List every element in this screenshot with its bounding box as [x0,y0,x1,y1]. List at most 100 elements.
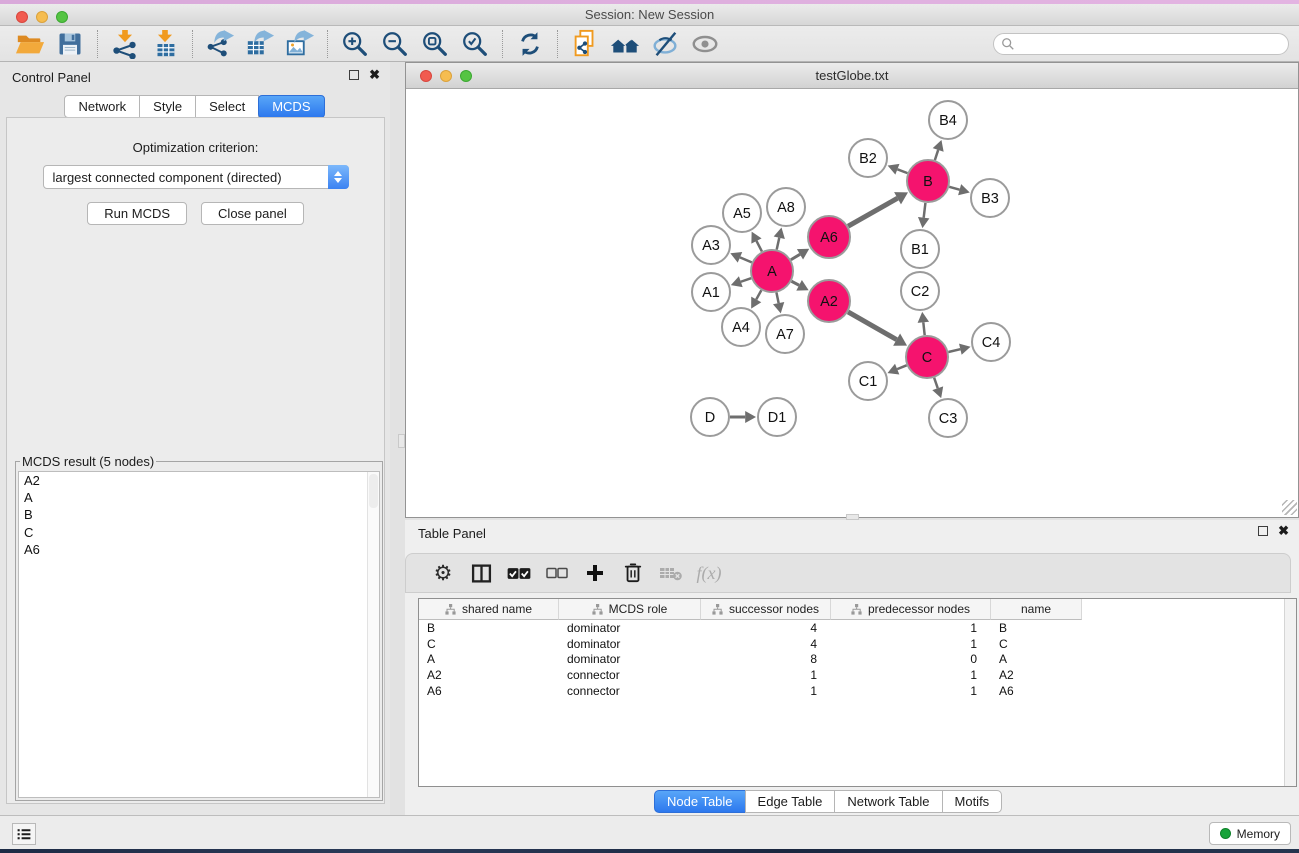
home-icon[interactable] [605,28,645,60]
graph-node-a5[interactable]: A5 [723,194,761,232]
open-session-icon[interactable] [10,28,50,60]
delete-table-icon[interactable] [652,557,690,589]
tab-network[interactable]: Network [64,95,140,118]
tab-network-table[interactable]: Network Table [834,790,942,813]
column-header-name[interactable]: name [991,599,1082,620]
svg-text:B: B [923,174,933,190]
function-builder-icon[interactable]: f(x) [690,557,728,589]
graph-node-c2[interactable]: C2 [901,272,939,310]
tab-style[interactable]: Style [139,95,196,118]
table-cell: connector [559,668,701,682]
edge-arrowhead-icon [918,217,929,228]
graph-node-b1[interactable]: B1 [901,230,939,268]
graph-node-b4[interactable]: B4 [929,101,967,139]
split-columns-icon[interactable] [462,557,500,589]
result-list-item[interactable]: A6 [19,541,379,558]
run-mcds-button[interactable]: Run MCDS [87,202,187,225]
graph-node-c[interactable]: C [906,336,948,378]
column-header-successor-nodes[interactable]: successor nodes [701,599,831,620]
import-network-icon[interactable] [105,28,145,60]
deselect-checkboxes-icon[interactable] [538,557,576,589]
table-scrollbar[interactable] [1284,599,1296,786]
close-table-panel-icon[interactable]: ✖ [1278,526,1289,536]
zoom-out-icon[interactable] [375,28,415,60]
zoom-selected-icon[interactable] [455,28,495,60]
table-row[interactable]: Bdominator41B [419,620,1296,636]
search-input[interactable] [993,33,1289,55]
delete-column-icon[interactable] [614,557,652,589]
table-body: Bdominator41BCdominator41CAdominator80AA… [419,620,1296,699]
column-header-shared-name[interactable]: shared name [419,599,559,620]
network-titlebar[interactable]: testGlobe.txt [406,63,1298,89]
export-network-icon[interactable] [200,28,240,60]
tab-mcds[interactable]: MCDS [258,95,324,118]
close-panel-button[interactable]: Close panel [201,202,304,225]
show-graphics-details-icon[interactable] [685,28,725,60]
memory-button[interactable]: Memory [1209,822,1291,845]
tab-select[interactable]: Select [195,95,259,118]
optimization-criterion-label: Optimization criterion: [7,140,384,155]
table-row[interactable]: A2connector11A2 [419,667,1296,683]
column-header-mcds-role[interactable]: MCDS role [559,599,701,620]
svg-text:B4: B4 [939,113,957,129]
graph-edge [935,150,938,160]
graph-edge [848,312,897,340]
graph-node-b3[interactable]: B3 [971,179,1009,217]
select-all-checkboxes-icon[interactable] [500,557,538,589]
result-scrollbar[interactable] [367,472,379,797]
control-tabs: NetworkStyleSelectMCDS [0,95,390,118]
table-row[interactable]: A6connector11A6 [419,683,1296,699]
graph-node-a7[interactable]: A7 [766,315,804,353]
float-table-panel-icon[interactable] [1258,526,1268,536]
result-list-item[interactable]: B [19,506,379,523]
edge-arrowhead-icon [773,302,784,313]
network-canvas[interactable]: B4 B2 B B3 A5A8A6 A3 B1 A A1 C2 A2 A4A7 C4 C C1 C3 D D1 [406,89,1298,516]
resize-grip[interactable] [1282,500,1297,515]
network-view-window: testGlobe.txt B4 B2 B B3 A5A8A6 A3 B1 A A1 C2 A2 A4… [405,62,1299,518]
attribute-tree-icon [851,604,862,615]
graph-node-a6[interactable]: A6 [808,216,850,258]
table-row[interactable]: Adominator80A [419,652,1296,668]
tab-motifs[interactable]: Motifs [942,790,1003,813]
graph-node-a8[interactable]: A8 [767,188,805,226]
table-row[interactable]: Cdominator41C [419,636,1296,652]
toolbar-separator [557,30,558,58]
export-table-icon[interactable] [240,28,280,60]
graph-node-a1[interactable]: A1 [692,273,730,311]
result-list-item[interactable]: A2 [19,472,379,489]
save-session-icon[interactable] [50,28,90,60]
refresh-layout-icon[interactable] [510,28,550,60]
pane-divider-handle-left[interactable] [398,434,405,448]
graph-node-d1[interactable]: D1 [758,398,796,436]
close-panel-icon[interactable]: ✖ [369,70,380,80]
float-panel-icon[interactable] [349,70,359,80]
tab-edge-table[interactable]: Edge Table [745,790,836,813]
column-header-predecessor-nodes[interactable]: predecessor nodes [831,599,991,620]
add-column-icon[interactable] [576,557,614,589]
graph-node-a[interactable]: A [751,250,793,292]
settings-gear-icon[interactable]: ⚙ [424,557,462,589]
graph-node-a4[interactable]: A4 [722,308,760,346]
table-cell: 1 [701,684,831,698]
criterion-dropdown[interactable]: largest connected component (directed) [43,165,349,189]
result-list-item[interactable]: A [19,489,379,506]
hide-graphics-details-icon[interactable] [645,28,685,60]
table-cell: A [991,652,1082,666]
graph-node-a2[interactable]: A2 [808,280,850,322]
export-image-icon[interactable] [280,28,320,60]
graph-node-c1[interactable]: C1 [849,362,887,400]
import-table-icon[interactable] [145,28,185,60]
result-list-item[interactable]: C [19,524,379,541]
graph-node-c3[interactable]: C3 [929,399,967,437]
graph-node-d[interactable]: D [691,398,729,436]
network-from-file-icon[interactable] [565,28,605,60]
graph-node-a3[interactable]: A3 [692,226,730,264]
graph-node-b2[interactable]: B2 [849,139,887,177]
graph-node-b[interactable]: B [907,160,949,202]
graph-node-c4[interactable]: C4 [972,323,1010,361]
zoom-in-icon[interactable] [335,28,375,60]
task-history-button[interactable] [12,823,36,845]
dropdown-stepper-icon[interactable] [328,165,349,189]
tab-node-table[interactable]: Node Table [654,790,746,813]
zoom-fit-icon[interactable] [415,28,455,60]
